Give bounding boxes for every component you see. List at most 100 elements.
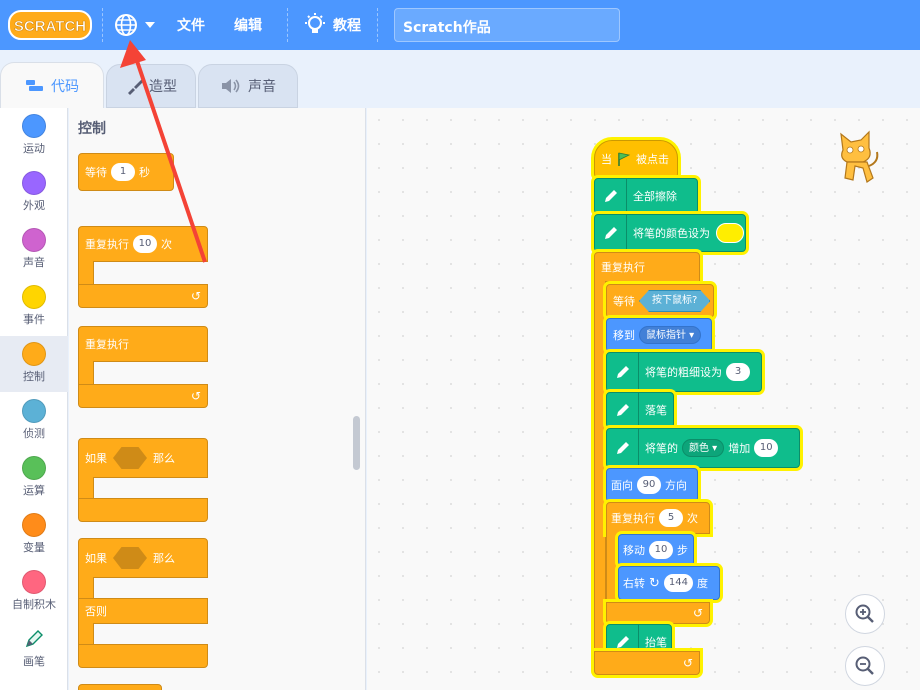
category-dot xyxy=(22,342,46,366)
block-label: 步 xyxy=(677,544,688,557)
block-label: 落笔 xyxy=(645,404,667,417)
repeat-count-input[interactable]: 10 xyxy=(133,235,157,253)
file-menu[interactable]: 文件 xyxy=(177,15,205,35)
loop-arrow-icon: ↺ xyxy=(692,606,703,620)
logo-text: SCRATCH xyxy=(14,18,86,35)
category-events[interactable]: 事件 xyxy=(0,279,68,335)
block-label: 等待 xyxy=(613,295,635,308)
turn-right-block[interactable]: 右转 ↻ 144 度 xyxy=(618,566,720,600)
category-label: 自制积木 xyxy=(12,598,56,611)
if-then-block[interactable]: 如果 那么 xyxy=(78,438,208,522)
c-block-arm xyxy=(594,281,606,651)
language-menu[interactable] xyxy=(113,10,161,40)
category-dot xyxy=(22,456,46,480)
block-label: 当 xyxy=(601,153,612,166)
menu-divider xyxy=(102,8,103,42)
pen-param-dropdown[interactable]: 颜色 ▾ xyxy=(682,439,725,457)
project-title-input[interactable]: Scratch作品 xyxy=(394,8,620,42)
palette-scrollbar[interactable] xyxy=(353,416,360,470)
edit-menu[interactable]: 编辑 xyxy=(234,15,262,35)
c-block-arm xyxy=(606,533,618,603)
pen-clear-block[interactable]: 全部擦除 xyxy=(594,178,698,214)
category-sensing[interactable]: 侦测 xyxy=(0,393,68,449)
tab-costumes[interactable]: 造型 xyxy=(106,64,196,108)
point-in-direction-block[interactable]: 面向 90 方向 xyxy=(606,468,698,502)
repeat-count-input[interactable]: 5 xyxy=(659,509,683,527)
category-label: 变量 xyxy=(23,541,45,554)
dropdown-value: 颜色 xyxy=(689,443,709,454)
repeat-block[interactable]: 重复执行 10 次 ↺ xyxy=(78,226,208,310)
category-dot xyxy=(22,114,46,138)
c-block-arm xyxy=(78,261,94,285)
tutorials-menu[interactable]: 教程 xyxy=(333,15,361,35)
category-operators[interactable]: 运算 xyxy=(0,450,68,506)
repeat-block[interactable]: 重复执行 5 次 xyxy=(606,502,710,534)
move-steps-block[interactable]: 移动 10 步 xyxy=(618,534,694,566)
go-to-block[interactable]: 移到 鼠标指针 ▾ xyxy=(606,318,712,352)
turn-right-icon: ↻ xyxy=(649,575,660,591)
tab-code[interactable]: 代码 xyxy=(0,62,104,108)
category-pen[interactable]: 画笔 xyxy=(0,621,68,677)
set-pen-size-block[interactable]: 将笔的粗细设为 3 xyxy=(606,352,762,392)
go-to-target-dropdown[interactable]: 鼠标指针 ▾ xyxy=(639,326,702,344)
tab-sounds[interactable]: 声音 xyxy=(198,64,298,108)
category-menu: 运动 外观 声音 事件 控制 侦测 运算 变量 自制积木 画笔 xyxy=(0,108,68,690)
pen-size-input[interactable]: 3 xyxy=(726,363,750,381)
category-label: 运动 xyxy=(23,142,45,155)
pen-icon xyxy=(25,630,43,648)
direction-input[interactable]: 90 xyxy=(637,476,661,494)
block-label: 次 xyxy=(161,238,172,251)
pen-down-block[interactable]: 落笔 xyxy=(606,392,674,428)
script-stack[interactable]: 当 被点击 全部擦除 将笔的颜色设为 重复执行 等待 按下鼠标? 移到 鼠标指针… xyxy=(594,132,800,676)
category-looks[interactable]: 外观 xyxy=(0,165,68,221)
category-control[interactable]: 控制 xyxy=(0,336,68,392)
category-sound[interactable]: 声音 xyxy=(0,222,68,278)
if-block-header: 如果 那么 xyxy=(78,438,208,478)
block-label: 秒 xyxy=(139,166,150,179)
c-block-arm xyxy=(78,577,94,599)
script-workspace[interactable]: 当 被点击 全部擦除 将笔的颜色设为 重复执行 等待 按下鼠标? 移到 鼠标指针… xyxy=(367,108,920,690)
pen-color-swatch[interactable] xyxy=(716,223,744,243)
forever-block-footer: ↺ xyxy=(594,651,700,675)
if-else-block[interactable]: 如果 那么 否则 xyxy=(78,538,208,670)
block-label: 等待 xyxy=(85,166,107,179)
zoom-out-button[interactable] xyxy=(845,646,885,686)
block-label: 否则 xyxy=(85,605,107,618)
mouse-down-block[interactable]: 按下鼠标? xyxy=(639,290,710,312)
wait-until-block[interactable]: 等待 按下鼠标? xyxy=(606,284,714,318)
set-pen-color-block[interactable]: 将笔的颜色设为 xyxy=(594,214,746,252)
change-pen-param-block[interactable]: 将笔的 颜色 ▾ 增加 10 xyxy=(606,428,800,468)
block-label: 那么 xyxy=(153,552,175,565)
condition-slot[interactable] xyxy=(113,547,147,569)
else-block-label: 否则 xyxy=(78,598,208,624)
repeat-block-footer: ↺ xyxy=(606,602,710,624)
c-block-arm xyxy=(78,361,94,385)
category-dot xyxy=(22,570,46,594)
condition-slot[interactable] xyxy=(113,447,147,469)
category-label: 声音 xyxy=(23,256,45,269)
pen-change-input[interactable]: 10 xyxy=(754,439,779,457)
block-label: 如果 xyxy=(85,552,107,565)
wait-seconds-input[interactable]: 1 xyxy=(111,163,135,181)
scratch-logo[interactable]: SCRATCH xyxy=(8,9,92,41)
category-motion[interactable]: 运动 xyxy=(0,108,68,164)
category-label: 运算 xyxy=(23,484,45,497)
category-dot xyxy=(22,285,46,309)
pen-icon xyxy=(607,429,639,467)
forever-block[interactable]: 重复执行 ↺ xyxy=(78,326,208,410)
category-variables[interactable]: 变量 xyxy=(0,507,68,563)
category-my-blocks[interactable]: 自制积木 xyxy=(0,564,68,620)
when-flag-clicked-block[interactable]: 当 被点击 xyxy=(594,140,678,178)
dropdown-value: 鼠标指针 xyxy=(646,330,686,341)
forever-block[interactable]: 重复执行 xyxy=(594,252,700,282)
wait-seconds-block[interactable]: 等待 1 秒 xyxy=(78,153,174,191)
partial-block xyxy=(78,684,162,690)
block-label: 方向 xyxy=(665,479,687,492)
category-label: 画笔 xyxy=(23,655,45,668)
move-steps-input[interactable]: 10 xyxy=(649,541,673,559)
block-label: 次 xyxy=(687,512,698,525)
category-label: 外观 xyxy=(23,199,45,212)
turn-degrees-input[interactable]: 144 xyxy=(663,574,693,592)
zoom-in-button[interactable] xyxy=(845,594,885,634)
block-label: 抬笔 xyxy=(645,636,667,649)
